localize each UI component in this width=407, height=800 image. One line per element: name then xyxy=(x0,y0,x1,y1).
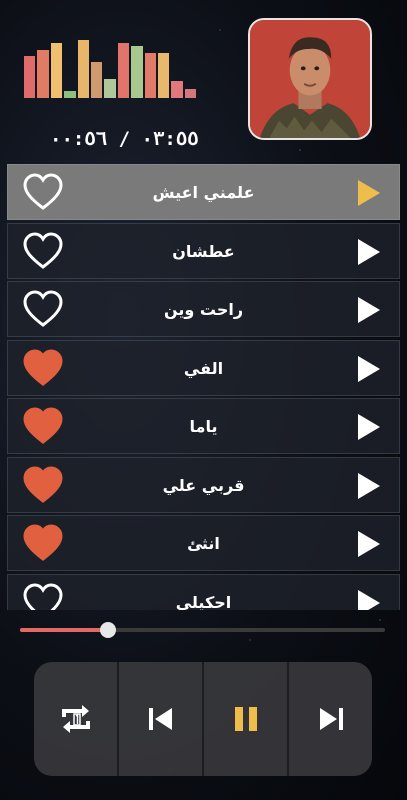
heart-outline-icon[interactable] xyxy=(23,582,63,611)
play-icon[interactable] xyxy=(357,530,381,558)
equalizer-bar xyxy=(50,43,63,98)
repeat-one-icon xyxy=(61,705,90,733)
album-cover xyxy=(248,18,372,140)
playback-time: ٠٣:٥٥ / ٠٠:٥٦ xyxy=(50,128,199,150)
skip-next-icon xyxy=(319,708,343,730)
song-row[interactable]: الفي xyxy=(7,339,400,396)
song-title: علمني اعيش xyxy=(152,183,255,202)
previous-button[interactable] xyxy=(119,662,204,776)
play-icon[interactable] xyxy=(357,179,381,207)
play-icon[interactable] xyxy=(357,413,381,441)
seek-bar[interactable] xyxy=(20,622,385,638)
heart-filled-icon[interactable] xyxy=(23,348,63,387)
playback-controls xyxy=(34,662,372,776)
seek-fill xyxy=(20,628,108,632)
heart-filled-icon[interactable] xyxy=(23,407,63,445)
skip-previous-icon xyxy=(148,708,172,730)
song-row[interactable]: راحت وين xyxy=(7,281,400,337)
song-title: ياما xyxy=(189,417,218,436)
next-button[interactable] xyxy=(289,662,372,776)
song-title: الفي xyxy=(183,358,224,378)
song-title: قربي علي xyxy=(162,475,245,495)
song-title: عطشان xyxy=(172,241,235,261)
equalizer-bar xyxy=(104,79,116,98)
equalizer-bar xyxy=(131,46,143,98)
song-row[interactable]: عطشان xyxy=(7,222,400,279)
heart-outline-icon[interactable] xyxy=(23,231,63,270)
song-row[interactable]: قربي علي xyxy=(7,456,400,513)
song-row[interactable]: ياما xyxy=(7,398,400,454)
equalizer-bar xyxy=(90,62,103,98)
play-icon[interactable] xyxy=(357,355,381,383)
repeat-one-button[interactable] xyxy=(34,662,119,776)
song-row[interactable]: علمني اعيش xyxy=(7,164,400,220)
equalizer-bar xyxy=(184,89,197,98)
pause-button[interactable] xyxy=(204,662,289,776)
equalizer-bar xyxy=(24,56,36,98)
song-title: راحت وين xyxy=(163,300,244,319)
song-row[interactable]: انثئ xyxy=(7,515,400,571)
equalizer-bar xyxy=(171,81,183,98)
equalizer-bar xyxy=(117,43,130,98)
equalizer-bar xyxy=(157,53,170,98)
equalizer-bar xyxy=(144,53,156,98)
play-icon[interactable] xyxy=(357,238,381,266)
play-icon[interactable] xyxy=(357,472,381,500)
equalizer-bar xyxy=(64,91,76,98)
equalizer-bar xyxy=(37,50,49,98)
song-title: انثئ xyxy=(187,534,220,553)
play-icon[interactable] xyxy=(357,589,381,611)
artist-photo xyxy=(250,20,370,138)
heart-outline-icon[interactable] xyxy=(23,173,63,211)
heart-filled-icon[interactable] xyxy=(23,524,63,562)
pause-icon xyxy=(234,707,257,731)
song-row[interactable]: احكيلي xyxy=(7,573,400,611)
equalizer-bar xyxy=(77,40,89,98)
song-list[interactable]: علمني اعيش عطشان راحت وين الفي ياما قربي علي ا… xyxy=(7,164,400,610)
play-icon[interactable] xyxy=(357,296,381,324)
seek-knob[interactable] xyxy=(99,622,116,638)
equalizer-visualizer xyxy=(24,40,197,98)
heart-filled-icon[interactable] xyxy=(23,465,63,504)
song-title: احكيلي xyxy=(175,592,232,611)
heart-outline-icon[interactable] xyxy=(23,290,63,328)
